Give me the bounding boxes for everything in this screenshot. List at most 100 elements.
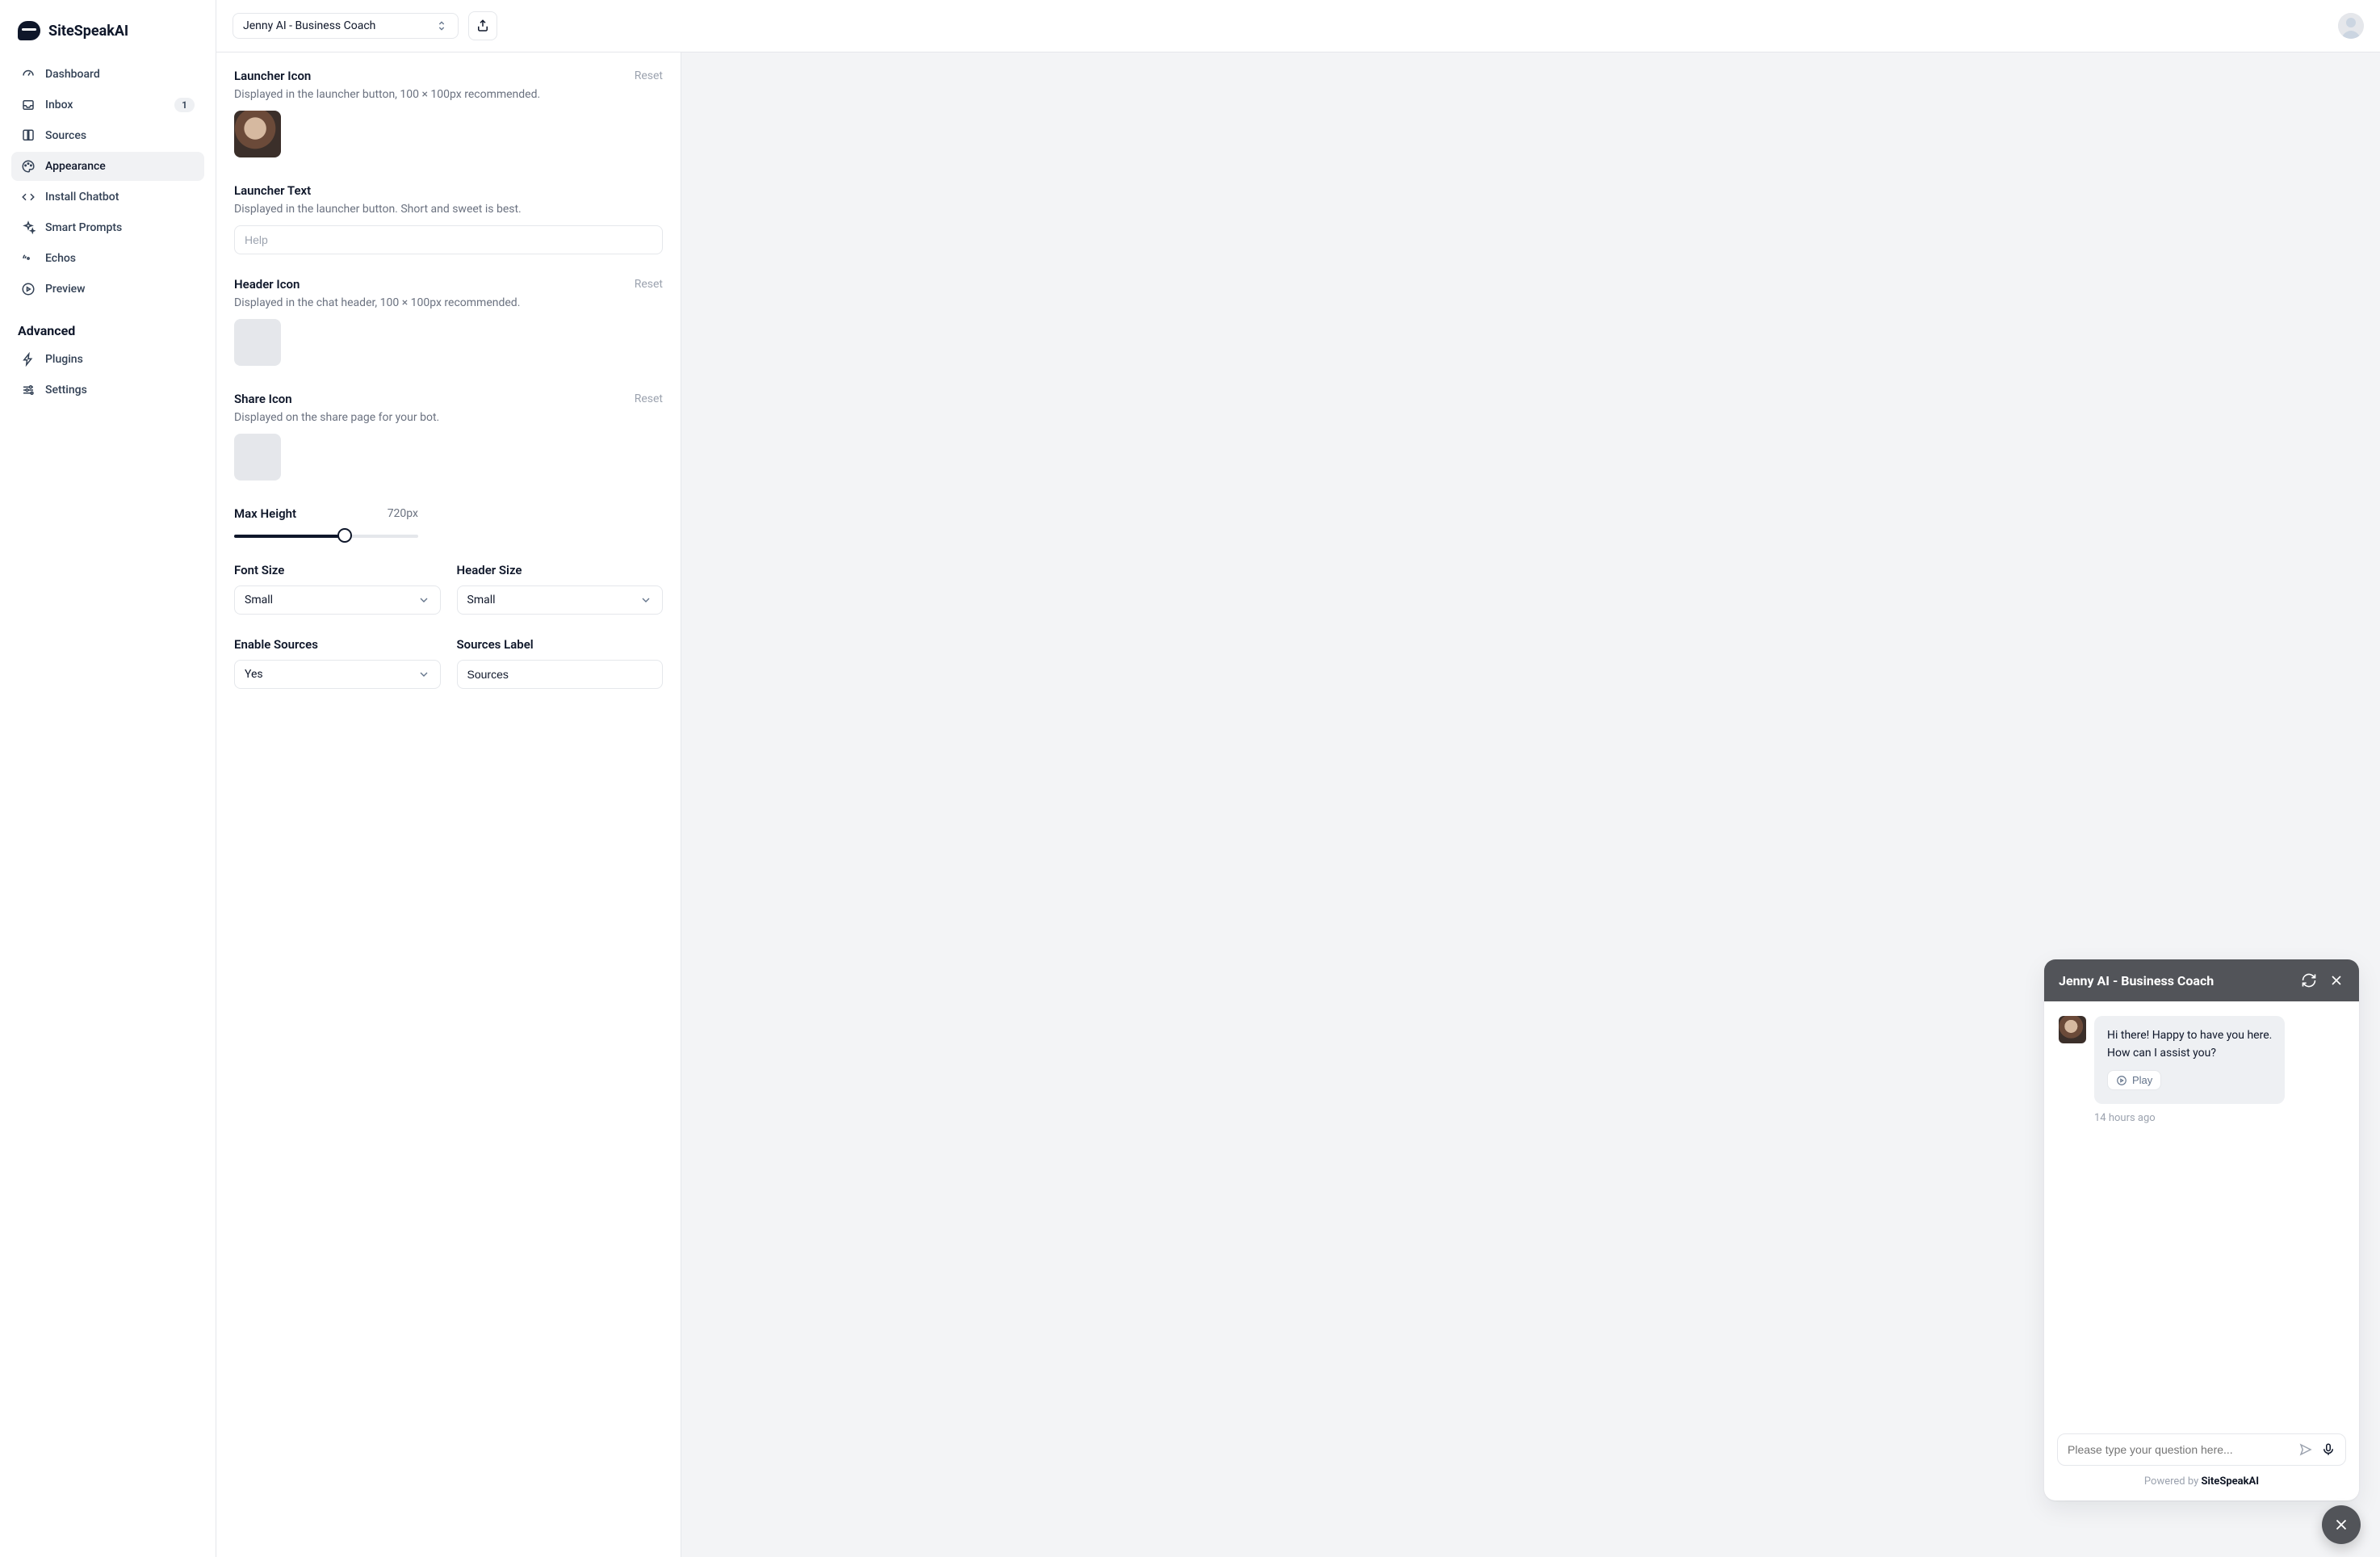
slider-fill (234, 535, 345, 538)
project-selector[interactable]: Jenny AI - Business Coach (233, 13, 459, 39)
chat-bubble: Hi there! Happy to have you here. How ca… (2094, 1016, 2285, 1104)
book-icon (21, 128, 36, 143)
sidebar-nav-advanced: Plugins Settings (11, 345, 204, 405)
chat-message: Hi there! Happy to have you here. How ca… (2059, 1016, 2344, 1104)
project-name: Jenny AI - Business Coach (243, 19, 375, 32)
sidebar-item-smart-prompts[interactable]: Smart Prompts (11, 213, 204, 242)
chat-header: Jenny AI - Business Coach (2044, 959, 2359, 1001)
setting-title: Max Height (234, 506, 296, 521)
header-icon-thumb[interactable] (234, 319, 281, 366)
setting-desc: Displayed in the launcher button, 100 × … (234, 88, 663, 101)
sidebar-item-sources[interactable]: Sources (11, 121, 204, 150)
chat-timestamp: 14 hours ago (2094, 1112, 2344, 1124)
chat-body: Hi there! Happy to have you here. How ca… (2044, 1001, 2359, 1424)
powered-by[interactable]: Powered by SiteSpeakAI (2044, 1466, 2359, 1500)
sidebar-item-dashboard[interactable]: Dashboard (11, 60, 204, 89)
sidebar-item-preview[interactable]: Preview (11, 275, 204, 304)
launcher-fab[interactable] (2322, 1505, 2361, 1544)
setting-title: Launcher Icon (234, 69, 311, 83)
chat-input[interactable] (2068, 1443, 2290, 1456)
sidebar-item-install-chatbot[interactable]: Install Chatbot (11, 183, 204, 212)
setting-title: Share Icon (234, 392, 292, 406)
share-icon (476, 19, 490, 33)
sidebar-item-label: Echos (45, 252, 195, 265)
sidebar-item-plugins[interactable]: Plugins (11, 345, 204, 374)
chat-input-wrap (2057, 1433, 2346, 1466)
powered-name: SiteSpeakAI (2201, 1475, 2259, 1488)
reset-button[interactable]: Reset (635, 69, 663, 82)
sliders-icon (21, 383, 36, 397)
setting-share-icon: Share Icon Reset Displayed on the share … (234, 392, 663, 484)
brand-logo-icon (18, 21, 40, 40)
brand-name: SiteSpeakAI (48, 23, 128, 40)
sidebar-item-label: Plugins (45, 353, 195, 366)
share-button[interactable] (468, 11, 497, 40)
sidebar-item-label: Appearance (45, 160, 195, 173)
setting-max-height: Max Height 720px (234, 506, 418, 540)
setting-desc: Displayed on the share page for your bot… (234, 411, 663, 424)
sparkles-icon (21, 220, 36, 235)
sidebar-item-appearance[interactable]: Appearance (11, 152, 204, 181)
app-root: SiteSpeakAI Dashboard Inbox 1 Source (0, 0, 2380, 1557)
enable-sources-select[interactable]: Yes (234, 660, 441, 689)
setting-launcher-icon: Launcher Icon Reset Displayed in the lau… (234, 69, 663, 161)
send-icon[interactable] (2298, 1442, 2313, 1457)
setting-title: Enable Sources (234, 637, 441, 652)
setting-enable-sources: Enable Sources Yes (234, 637, 441, 689)
chat-widget: Jenny AI - Business Coach (2044, 959, 2359, 1500)
slider-handle[interactable] (337, 528, 352, 543)
sidebar-item-inbox[interactable]: Inbox 1 (11, 90, 204, 120)
share-icon-thumb[interactable] (234, 434, 281, 481)
palette-icon (21, 159, 36, 174)
play-button[interactable]: Play (2107, 1070, 2161, 1090)
max-height-slider[interactable] (234, 532, 418, 540)
broadcast-icon (21, 251, 36, 266)
font-size-select[interactable]: Small (234, 585, 441, 615)
reset-button[interactable]: Reset (635, 392, 663, 405)
sidebar-item-label: Install Chatbot (45, 191, 195, 204)
appearance-settings: Launcher Icon Reset Displayed in the lau… (216, 52, 681, 1557)
launcher-icon-thumb[interactable] (234, 111, 281, 157)
sidebar-section-advanced: Advanced (11, 304, 204, 345)
sidebar-item-label: Dashboard (45, 68, 195, 81)
chat-text-line: Hi there! Happy to have you here. (2107, 1027, 2272, 1045)
play-circle-icon (21, 282, 36, 296)
sources-label-input[interactable] (457, 660, 664, 689)
sidebar-item-echos[interactable]: Echos (11, 244, 204, 273)
code-icon (21, 190, 36, 204)
chat-text-line: How can I assist you? (2107, 1045, 2272, 1063)
sidebar-nav: Dashboard Inbox 1 Sources Appearance (11, 60, 204, 304)
setting-title: Header Size (457, 563, 664, 577)
chevron-down-icon (639, 594, 652, 606)
setting-desc: Displayed in the chat header, 100 × 100p… (234, 296, 663, 309)
chevrons-up-down-icon (435, 19, 448, 32)
inbox-badge: 1 (174, 98, 195, 112)
sidebar: SiteSpeakAI Dashboard Inbox 1 Source (0, 0, 216, 1557)
user-avatar[interactable] (2338, 13, 2364, 39)
setting-font-size: Font Size Small (234, 563, 441, 615)
bolt-icon (21, 352, 36, 367)
setting-title: Header Icon (234, 277, 300, 292)
close-icon[interactable] (2328, 972, 2344, 988)
setting-header-icon: Header Icon Reset Displayed in the chat … (234, 277, 663, 369)
chevron-down-icon (417, 594, 430, 606)
row-font-header-size: Font Size Small Header Size Small (234, 563, 663, 615)
header-size-select[interactable]: Small (457, 585, 664, 615)
topbar: Jenny AI - Business Coach (216, 0, 2380, 52)
sidebar-item-label: Smart Prompts (45, 221, 195, 234)
mic-icon[interactable] (2321, 1442, 2336, 1457)
brand[interactable]: SiteSpeakAI (11, 18, 204, 60)
sidebar-item-label: Inbox (45, 99, 165, 111)
launcher-text-input[interactable] (234, 225, 663, 254)
sidebar-item-label: Preview (45, 283, 195, 296)
play-label: Play (2132, 1074, 2152, 1086)
gauge-icon (21, 67, 36, 82)
refresh-icon[interactable] (2301, 972, 2317, 988)
content: Launcher Icon Reset Displayed in the lau… (216, 52, 2380, 1557)
reset-button[interactable]: Reset (635, 278, 663, 291)
sidebar-item-label: Sources (45, 129, 195, 142)
sidebar-item-settings[interactable]: Settings (11, 376, 204, 405)
close-icon (2332, 1516, 2350, 1534)
row-sources: Enable Sources Yes Sources Label (234, 637, 663, 689)
select-value: Small (467, 594, 496, 606)
